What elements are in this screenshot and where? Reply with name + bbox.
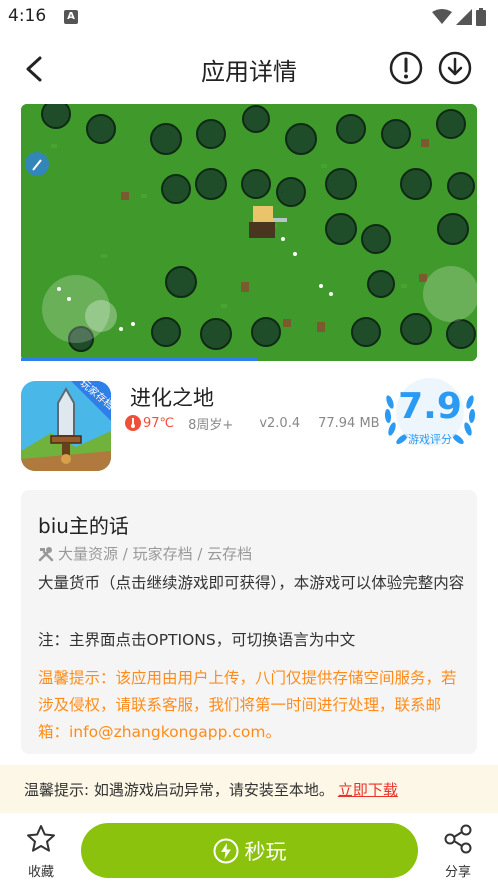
header: 应用详情: [0, 40, 498, 96]
score-label: 游戏评分: [408, 433, 452, 446]
bottom-bar: 收藏 秒玩 分享: [0, 813, 498, 885]
card-title: biu主的话: [38, 514, 129, 538]
exclamation-icon: [389, 51, 423, 85]
favorite-label: 收藏: [27, 865, 54, 880]
thermometer-icon: [125, 415, 141, 431]
sword-icon: 玩家存档: [21, 381, 111, 471]
app-size: 77.94 MB: [318, 415, 380, 431]
status-icons: [432, 8, 486, 26]
game-scene-image: [21, 104, 477, 361]
card-warning: 温馨提示：该应用由用户上传，八门仅提供存储空间服务，若涉及侵权，请联系客服，我们…: [38, 669, 457, 741]
app-icon: 玩家存档: [21, 381, 111, 471]
play-label: 秒玩: [244, 839, 287, 864]
battery-icon: [476, 8, 486, 26]
download-button[interactable]: [437, 50, 473, 86]
score-badge: 7.9 游戏评分: [380, 372, 480, 452]
favorite-button[interactable]: 收藏: [18, 823, 64, 880]
tags-text: 大量资源 / 玩家存档 / 云存档: [58, 545, 253, 563]
download-now-link[interactable]: 立即下载: [338, 781, 398, 799]
info-card: biu主的话 大量资源 / 玩家存档 / 云存档 大量货币（点击继续游戏即可获得…: [21, 490, 477, 754]
game-screenshot[interactable]: [21, 104, 477, 361]
star-icon: [27, 825, 55, 852]
score-value: 7.9: [398, 386, 462, 427]
app-heat: 97℃: [143, 415, 175, 431]
notification-icon: A: [64, 10, 78, 24]
card-note: 注：主界面点击OPTIONS，可切换语言为中文: [38, 631, 356, 649]
signal-icon: [456, 9, 472, 25]
app-name: 进化之地: [130, 386, 214, 410]
tags-row: 大量资源 / 玩家存档 / 云存档: [38, 543, 252, 564]
instant-play-button[interactable]: 秒玩: [81, 823, 418, 878]
status-time: 4:16: [8, 6, 47, 26]
app-version: v2.0.4: [259, 415, 301, 431]
app-age-rating: 8周岁+: [188, 417, 234, 433]
report-button[interactable]: [388, 50, 424, 86]
status-bar: 4:16 A: [0, 0, 498, 34]
tip-text: 温馨提示: 如遇游戏启动异常，请安装至本地。: [24, 781, 334, 799]
card-description: 大量货币（点击继续游戏即可获得），本游戏可以体验完整内容: [38, 574, 465, 592]
screenshot-progress: [21, 358, 257, 361]
app-meta: 97℃ 8周岁+ v2.0.4 77.94 MB: [125, 414, 380, 433]
lightning-icon: [213, 838, 238, 863]
tip-bar: 温馨提示: 如遇游戏启动异常，请安装至本地。 立即下载: [0, 765, 498, 813]
tools-icon: [38, 546, 54, 561]
download-icon: [438, 51, 472, 85]
share-label: 分享: [444, 865, 471, 880]
share-icon: [444, 824, 472, 854]
wifi-icon: [432, 9, 452, 24]
share-button[interactable]: 分享: [434, 823, 482, 880]
